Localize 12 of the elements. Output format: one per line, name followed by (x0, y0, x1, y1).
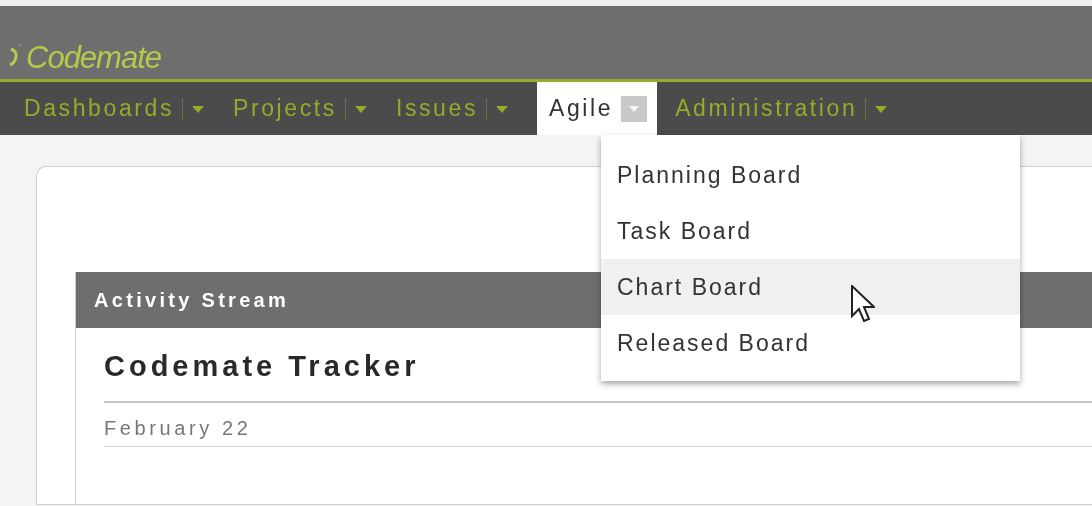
menu-item[interactable]: Task Board (601, 203, 1020, 259)
caret-icon (191, 103, 206, 114)
caret-icon (353, 103, 368, 114)
date-label: February 22 (104, 403, 1092, 447)
menu-item[interactable]: Released Board (601, 315, 1020, 371)
caret-icon (874, 103, 889, 114)
caret-icon (621, 95, 648, 122)
cursor-icon (851, 285, 875, 322)
caret-icon (495, 103, 509, 114)
panel-title: Activity Stream (94, 288, 290, 312)
nav-tab[interactable]: Agile (537, 82, 658, 135)
menu-item[interactable]: Planning Board (601, 147, 1020, 203)
